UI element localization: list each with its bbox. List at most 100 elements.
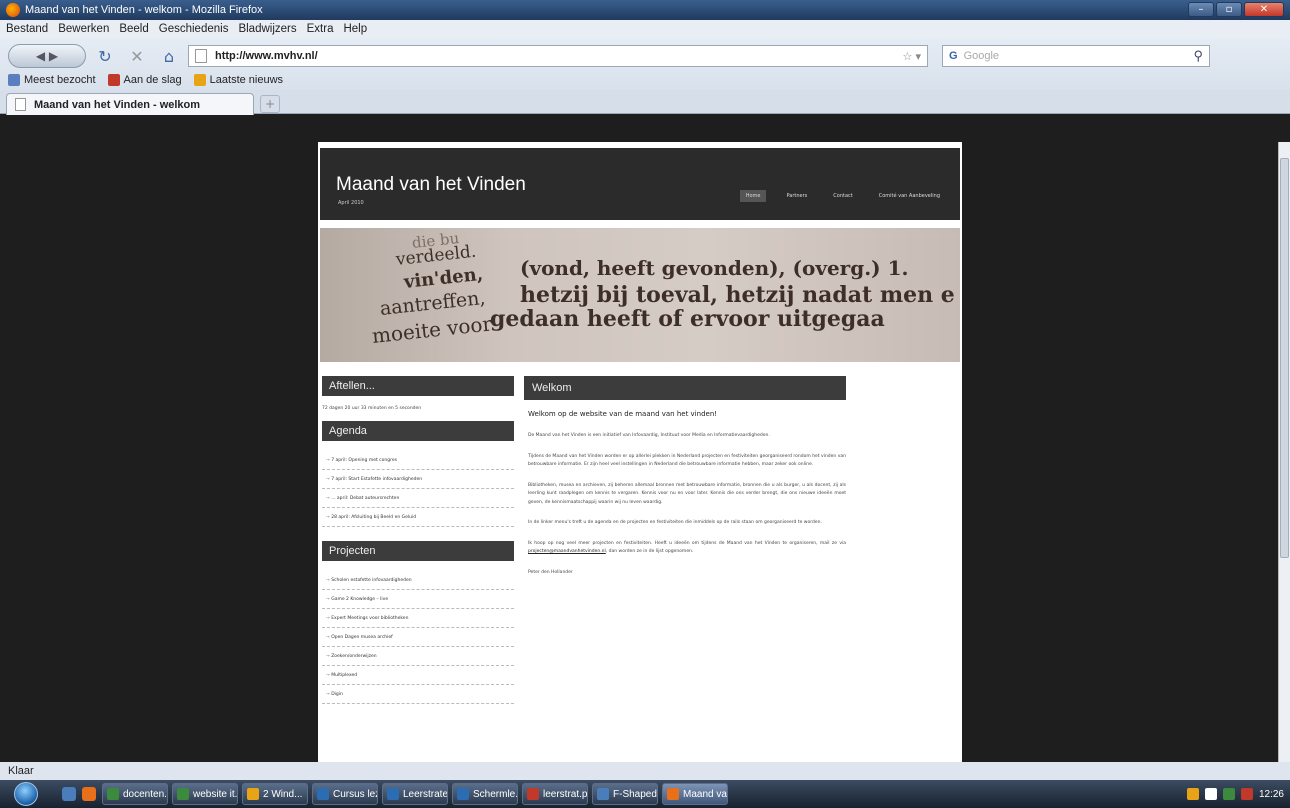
- maximize-button[interactable]: ▫: [1216, 2, 1242, 17]
- menu-bestand[interactable]: Bestand: [6, 23, 48, 35]
- menu-beeld[interactable]: Beeld: [119, 23, 148, 35]
- agenda-item[interactable]: 28 april: Afsluiting bij Beeld en Geluid: [322, 508, 514, 527]
- search-bar[interactable]: G Google ⚲: [942, 45, 1210, 67]
- project-item[interactable]: Zoeken/onderwijzen: [322, 647, 514, 666]
- page-viewport: Maand van het Vinden April 2010 Home Par…: [0, 142, 1278, 762]
- close-button[interactable]: ✕: [1244, 2, 1284, 17]
- firefox-icon: [6, 3, 20, 17]
- project-item[interactable]: Open Dagen musea archief: [322, 628, 514, 647]
- taskbar-item[interactable]: Cursus lez...: [312, 783, 378, 805]
- taskbar-item-active[interactable]: Maand va...: [662, 783, 728, 805]
- minimize-button[interactable]: –: [1188, 2, 1214, 17]
- email-link[interactable]: projecten@maandvanhetvinden.nl: [528, 549, 606, 554]
- taskbar-item[interactable]: Schermle...: [452, 783, 518, 805]
- search-placeholder: Google: [963, 50, 1000, 62]
- window-title: Maand van het Vinden - welkom - Mozilla …: [25, 4, 263, 16]
- app-icon: [177, 788, 189, 800]
- firefox-launch-icon[interactable]: [82, 787, 96, 801]
- project-item[interactable]: Scholen estafette infovaardigheden: [322, 571, 514, 590]
- menu-bar: Bestand Bewerken Beeld Geschiedenis Blad…: [0, 20, 1290, 38]
- scrollbar-thumb[interactable]: [1280, 158, 1289, 558]
- reload-icon[interactable]: ↻: [92, 44, 118, 68]
- back-forward-button[interactable]: ◀ ▶: [8, 44, 86, 68]
- vertical-scrollbar[interactable]: [1278, 142, 1290, 762]
- paragraph-text: Ik hoop op nog veel meer projecten en fe…: [528, 540, 846, 546]
- powerpoint-icon: [527, 788, 539, 800]
- menu-extra[interactable]: Extra: [307, 23, 334, 35]
- taskbar: docenten... website it... 2 Wind... Curs…: [0, 780, 1290, 808]
- welcome-title: Welkom op de website van de maand van he…: [528, 410, 718, 418]
- taskbar-label: Maand va...: [683, 788, 727, 800]
- menu-help[interactable]: Help: [343, 23, 367, 35]
- network-icon[interactable]: [1222, 788, 1235, 800]
- projects-list: Scholen estafette infovaardigheden Game …: [322, 571, 514, 704]
- agenda-item[interactable]: ... april: Debat auteursrechten: [322, 489, 514, 508]
- quick-launch: [62, 787, 96, 801]
- bookmark-laatste-nieuws[interactable]: Laatste nieuws: [193, 73, 284, 87]
- project-item[interactable]: Expert Meetings voor bibliotheken: [322, 609, 514, 628]
- bookmark-icon: [8, 74, 20, 87]
- volume-icon[interactable]: [1240, 788, 1253, 800]
- home-icon[interactable]: ⌂: [156, 44, 182, 68]
- project-item[interactable]: Multiplexed: [322, 666, 514, 685]
- taskbar-label: Schermle...: [473, 788, 518, 800]
- taskbar-item[interactable]: F-Shaped ...: [592, 783, 658, 805]
- bookmark-star-icon[interactable]: ☆ ▾: [903, 50, 921, 63]
- bookmarks-toolbar: Meest bezocht Aan de slag Laatste nieuws: [8, 72, 283, 88]
- bookmark-aan-de-slag[interactable]: Aan de slag: [107, 74, 182, 87]
- taskbar-item[interactable]: 2 Wind...: [242, 783, 308, 805]
- system-tray: 12:26: [1186, 788, 1284, 800]
- taskbar-item[interactable]: website it...: [172, 783, 238, 805]
- site-title[interactable]: Maand van het Vinden: [336, 174, 526, 196]
- banner-text: hetzij bij toeval, hetzij nadat men e: [520, 282, 955, 308]
- nav-partners[interactable]: Partners: [780, 190, 813, 202]
- taskbar-label: docenten...: [123, 788, 168, 800]
- taskbar-item[interactable]: docenten...: [102, 783, 168, 805]
- menu-geschiedenis[interactable]: Geschiedenis: [159, 23, 229, 35]
- start-button[interactable]: [8, 780, 44, 808]
- project-item[interactable]: Digin: [322, 685, 514, 704]
- app-icon: [107, 788, 119, 800]
- projects-heading: Projecten: [322, 541, 514, 561]
- banner-text: (vond, heeft gevonden), (overg.) 1.: [520, 256, 909, 280]
- project-item[interactable]: Game 2 Knowledge – live: [322, 590, 514, 609]
- taskbar-item[interactable]: Leerstrate...: [382, 783, 448, 805]
- site-header: Maand van het Vinden April 2010 Home Par…: [320, 148, 960, 220]
- tray-icon[interactable]: [1186, 788, 1199, 800]
- signature: Peter den Hollander: [528, 569, 573, 575]
- bookmark-label: Laatste nieuws: [209, 73, 284, 86]
- agenda-item[interactable]: 7 april: Opening met congres: [322, 451, 514, 470]
- tab-label: Maand van het Vinden - welkom: [34, 98, 201, 111]
- firefox-icon: [667, 788, 679, 800]
- page-icon: [15, 98, 26, 111]
- windows-orb-icon: [14, 782, 38, 806]
- nav-comite[interactable]: Comité van Aanbeveling: [873, 190, 946, 202]
- welcome-paragraph: Tijdens de Maand van het Vinden worden e…: [528, 453, 846, 468]
- folder-icon: [247, 788, 259, 800]
- agenda-heading: Agenda: [322, 421, 514, 441]
- menu-bewerken[interactable]: Bewerken: [58, 23, 109, 35]
- nav-contact[interactable]: Contact: [827, 190, 858, 202]
- banner-image: die bu verdeeld. vin'den, (vond, heeft g…: [320, 228, 960, 362]
- menu-bladwijzers[interactable]: Bladwijzers: [238, 23, 296, 35]
- search-icon[interactable]: ⚲: [1193, 48, 1203, 64]
- navigation-toolbar: ◀ ▶ ↻ ✕ ⌂ http://www.mvhv.nl/ ☆ ▾ G Goog…: [0, 38, 1290, 90]
- agenda-item[interactable]: 7 april: Start Estafette infovaardighede…: [322, 470, 514, 489]
- rss-icon: [193, 74, 206, 87]
- site-subtitle: April 2010: [338, 200, 364, 206]
- ie-icon: [597, 788, 609, 800]
- clock[interactable]: 12:26: [1259, 789, 1284, 800]
- stop-icon[interactable]: ✕: [124, 44, 150, 68]
- welcome-paragraph: Ik hoop op nog veel meer projecten en fe…: [528, 540, 846, 557]
- url-bar[interactable]: http://www.mvhv.nl/ ☆ ▾: [188, 45, 928, 67]
- taskbar-item[interactable]: leerstrat.p...: [522, 783, 588, 805]
- nav-home[interactable]: Home: [739, 190, 767, 202]
- taskbar-label: 2 Wind...: [263, 788, 303, 800]
- window-controls: – ▫ ✕: [1188, 2, 1284, 17]
- new-tab-button[interactable]: +: [260, 95, 280, 113]
- bookmark-meest-bezocht[interactable]: Meest bezocht: [8, 74, 96, 87]
- tab-maand-van-het-vinden[interactable]: Maand van het Vinden - welkom: [6, 93, 254, 115]
- show-desktop-icon[interactable]: [62, 787, 76, 801]
- tray-icon[interactable]: [1204, 788, 1217, 800]
- search-engine-icon[interactable]: G: [949, 50, 958, 62]
